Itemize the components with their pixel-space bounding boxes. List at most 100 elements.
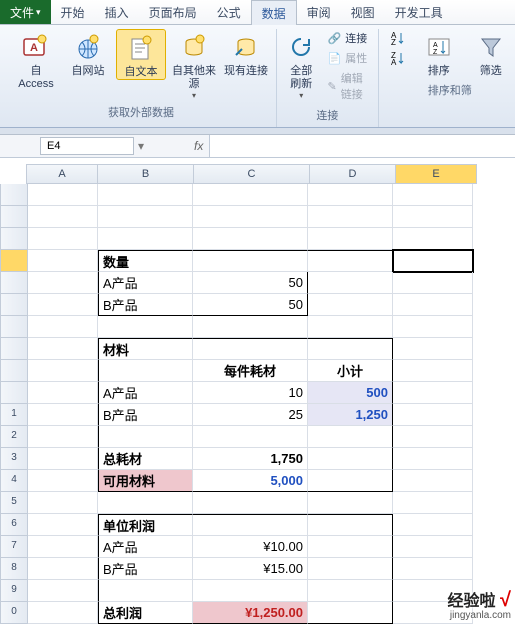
file-tab[interactable]: 文件▾ <box>0 0 51 24</box>
cell[interactable] <box>28 404 98 426</box>
cell[interactable] <box>193 206 308 228</box>
cell[interactable] <box>98 184 193 206</box>
cell[interactable]: A产品 <box>98 536 193 558</box>
cell[interactable] <box>193 338 308 360</box>
cell[interactable] <box>308 272 393 294</box>
cell-qtyA[interactable]: 50 <box>193 272 308 294</box>
cell-qty-header[interactable]: 数量 <box>98 250 193 272</box>
cell[interactable] <box>28 184 98 206</box>
cell[interactable]: 1,250 <box>308 404 393 426</box>
cell[interactable] <box>28 580 98 602</box>
cell[interactable] <box>393 294 473 316</box>
row-header[interactable]: 6 <box>0 514 28 536</box>
cell[interactable] <box>28 602 98 624</box>
dropdown-icon[interactable]: ▾ <box>134 139 148 153</box>
formula-input[interactable] <box>209 135 515 157</box>
cell[interactable] <box>393 338 473 360</box>
cell[interactable] <box>308 206 393 228</box>
cell[interactable] <box>193 250 308 272</box>
cell[interactable] <box>308 250 393 272</box>
cell[interactable] <box>193 492 308 514</box>
tab-home[interactable]: 开始 <box>51 0 95 24</box>
cell[interactable] <box>393 536 473 558</box>
row-header[interactable]: 8 <box>0 558 28 580</box>
cell[interactable] <box>98 316 193 338</box>
cell[interactable] <box>308 448 393 470</box>
row-header[interactable]: 2 <box>0 426 28 448</box>
row-header[interactable]: 7 <box>0 536 28 558</box>
cell[interactable]: 可用材料 <box>98 470 193 492</box>
cell[interactable] <box>393 514 473 536</box>
cell-percost[interactable]: 每件耗材 <box>193 360 308 382</box>
properties-button[interactable]: 📄属性 <box>324 49 372 67</box>
refresh-all-button[interactable]: 全部刷新 ▾ <box>283 29 320 100</box>
cell[interactable]: B产品 <box>98 558 193 580</box>
cell[interactable] <box>393 558 473 580</box>
cell[interactable]: 5,000 <box>193 470 308 492</box>
cell[interactable] <box>28 536 98 558</box>
tab-layout[interactable]: 页面布局 <box>139 0 207 24</box>
row-header[interactable] <box>0 184 28 206</box>
row-header[interactable] <box>0 382 28 404</box>
cell[interactable] <box>393 448 473 470</box>
row-header[interactable] <box>0 338 28 360</box>
cell[interactable] <box>28 338 98 360</box>
active-cell[interactable] <box>393 250 473 272</box>
tab-formula[interactable]: 公式 <box>207 0 251 24</box>
tab-insert[interactable]: 插入 <box>95 0 139 24</box>
row-header[interactable]: 3 <box>0 448 28 470</box>
cell[interactable] <box>308 338 393 360</box>
cell[interactable] <box>28 316 98 338</box>
cell-prodA[interactable]: A产品 <box>98 272 193 294</box>
cell[interactable] <box>308 580 393 602</box>
cell[interactable] <box>393 228 473 250</box>
filter-button[interactable]: 筛选 <box>467 29 515 78</box>
fx-icon[interactable]: fx <box>194 139 203 153</box>
cell[interactable] <box>193 580 308 602</box>
row-header[interactable]: 1 <box>0 404 28 426</box>
cell[interactable] <box>98 492 193 514</box>
cell[interactable] <box>393 492 473 514</box>
cell[interactable] <box>28 558 98 580</box>
cell[interactable] <box>193 184 308 206</box>
cell[interactable]: 1,750 <box>193 448 308 470</box>
tab-review[interactable]: 审阅 <box>297 0 341 24</box>
row-header[interactable] <box>0 206 28 228</box>
cell[interactable]: ¥1,250.00 <box>193 602 308 624</box>
cell-prodB[interactable]: B产品 <box>98 294 193 316</box>
cell[interactable] <box>28 382 98 404</box>
cell[interactable] <box>308 558 393 580</box>
cell[interactable] <box>308 470 393 492</box>
cell[interactable] <box>393 360 473 382</box>
cell[interactable] <box>308 602 393 624</box>
cell[interactable] <box>98 360 193 382</box>
from-web-button[interactable]: 自网站 <box>64 29 112 78</box>
cell[interactable] <box>308 514 393 536</box>
cell[interactable]: 总耗材 <box>98 448 193 470</box>
col-header-D[interactable]: D <box>310 164 396 184</box>
cell[interactable]: 500 <box>308 382 393 404</box>
cell[interactable] <box>308 184 393 206</box>
tab-view[interactable]: 视图 <box>341 0 385 24</box>
cell[interactable] <box>28 272 98 294</box>
name-box[interactable]: E4 <box>40 137 134 155</box>
cell[interactable] <box>393 206 473 228</box>
cell[interactable]: B产品 <box>98 404 193 426</box>
from-other-button[interactable]: 自其他来源 ▾ <box>170 29 218 100</box>
cell[interactable] <box>28 360 98 382</box>
cell[interactable] <box>28 514 98 536</box>
cell[interactable]: 总利润 <box>98 602 193 624</box>
connections-button[interactable]: 🔗连接 <box>324 29 372 47</box>
cell[interactable] <box>98 426 193 448</box>
cell[interactable] <box>393 404 473 426</box>
row-header[interactable] <box>0 250 28 272</box>
cell[interactable]: A产品 <box>98 382 193 404</box>
cell[interactable] <box>308 536 393 558</box>
row-header[interactable]: 4 <box>0 470 28 492</box>
col-header-A[interactable]: A <box>26 164 98 184</box>
cell[interactable] <box>308 228 393 250</box>
cell[interactable]: 25 <box>193 404 308 426</box>
cell[interactable] <box>98 206 193 228</box>
row-header[interactable] <box>0 228 28 250</box>
cell[interactable] <box>193 426 308 448</box>
